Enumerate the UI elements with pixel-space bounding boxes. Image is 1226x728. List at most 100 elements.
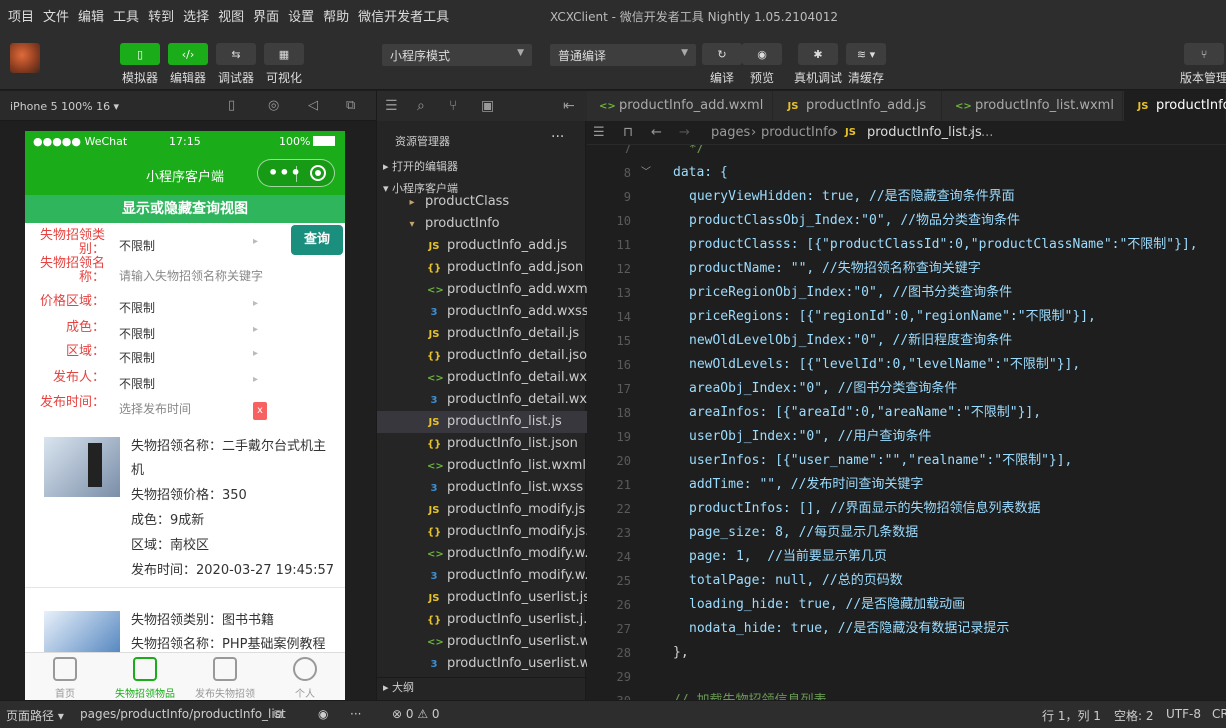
menu-select[interactable]: 选择 [183,6,209,25]
tree-file[interactable]: JS productInfo_detail.js [377,323,587,345]
tab-productinfo-add-js[interactable]: JS productInfo_add.js [774,91,942,121]
filter-publish-time[interactable]: 发布时间： 选择发布时间 [25,394,275,420]
tab-home[interactable]: 首页 [25,653,105,700]
mode-select[interactable]: 小程序模式 ▼ [382,44,532,66]
clear-cache-button[interactable]: ≋ ▾ 清缓存 [846,43,886,86]
list-icon[interactable]: ☰ [593,125,605,140]
compile-select[interactable]: 普通编译 ▼ [550,44,696,66]
page-path-toggle[interactable]: 页面路径 ▾ [6,707,64,724]
tree-file[interactable]: <> productInfo_detail.wx... [377,367,587,389]
back-icon[interactable]: ← [651,125,662,140]
tree-file[interactable]: 3 productInfo_modify.w... [377,565,587,587]
copy-icon[interactable]: ⧉ [274,707,283,722]
filter-area[interactable]: 区域： 不限制 ▸ [25,343,275,369]
filter-condition[interactable]: 成色： 不限制 ▸ [25,319,275,345]
tree-file-selected[interactable]: JS productInfo_list.js [377,411,587,433]
filter-name-input[interactable]: 请输入失物招领名称关键字 [119,267,263,284]
filter-name[interactable]: 失物招领名称： 请输入失物招领名称关键字 [25,257,275,287]
menu-settings[interactable]: 设置 [288,6,314,25]
tree-file[interactable]: {} productInfo_userlist.j... [377,609,587,631]
crumb-more[interactable]: ... [981,125,993,140]
tree-file[interactable]: 3 productInfo_list.wxss [377,477,587,499]
tab-publish[interactable]: 发布失物招领 [185,653,265,700]
menu-edit[interactable]: 编辑 [78,6,104,25]
crumb-productinfo[interactable]: productInfo [761,125,836,140]
popout-icon[interactable]: ⧉ [346,98,355,113]
menu-goto[interactable]: 转到 [148,6,174,25]
crumb-file[interactable]: productInfo_list.js [867,125,982,140]
tree-file[interactable]: {} productInfo_modify.js... [377,521,587,543]
tab-productinfo-list-wxml[interactable]: <> productInfo_list.wxml [943,91,1123,121]
tree-file[interactable]: 3 productInfo_detail.wxss [377,389,587,411]
capsule-menu[interactable]: ••• [257,159,335,187]
tree-folder[interactable]: ▸ productClass [377,195,587,213]
editor-button[interactable]: ‹/› 编辑器 [168,43,208,86]
extensions-icon[interactable]: ▣ [481,98,494,114]
filter-price-region[interactable]: 价格区域： 不限制 ▸ [25,293,275,319]
tab-profile[interactable]: 个人 [265,653,345,700]
clear-time-button[interactable]: x [253,402,267,420]
menu-view[interactable]: 视图 [218,6,244,25]
close-target-icon[interactable] [310,165,326,181]
tree-file[interactable]: {} productInfo_list.json [377,433,587,455]
list-item[interactable]: 失物招领名称：二手戴尔台式机主 机 失物招领价格：350 成色：9成新 区域：南… [25,429,345,589]
preview-button[interactable]: ◉ 预览 [742,43,782,86]
bookmark-icon[interactable]: ⊓ [623,125,633,140]
tab-productinfo-list-js[interactable]: JS productInfo_ [1124,91,1226,121]
files-icon[interactable]: ☰ [385,98,398,114]
tree-file[interactable]: {} productInfo_add.json [377,257,587,279]
version-button[interactable]: ⑂ 版本管理 [1180,43,1226,86]
filter-category[interactable]: 失物招领类别： 不限制 ▸ [25,229,275,257]
crumb-pages[interactable]: pages [711,125,750,140]
tab-lost-found[interactable]: 失物招领物品 [105,653,185,700]
tree-folder[interactable]: ▾ productInfo [377,213,587,235]
toggle-query-view[interactable]: 显示或隐藏查询视图 [25,195,345,223]
line-ending[interactable]: CR [1212,707,1226,721]
code-area[interactable]: 7 */ 8 ﹀ data: { 9 queryViewHidden: true, /… [587,145,1226,700]
tree-file[interactable]: {} productInfo_detail.json [377,345,587,367]
search-icon[interactable]: ⌕ [417,98,425,114]
volume-icon[interactable]: ◁ [308,98,318,113]
filter-publisher[interactable]: 发布人： 不限制 ▸ [25,369,275,395]
query-button[interactable]: 查询 [291,225,343,255]
window-title: XCXClient - 微信开发者工具 Nightly 1.05.2104012 [550,10,839,24]
more-icon[interactable]: ··· [551,129,564,145]
user-avatar[interactable] [10,43,40,73]
debugger-button[interactable]: ⇆ 调试器 [216,43,256,86]
menu-file[interactable]: 文件 [43,6,69,25]
forward-icon[interactable]: → [679,125,690,140]
problems-indicator[interactable]: ⊗ 0 ⚠ 0 [392,707,440,721]
compile-button[interactable]: ↻ 编译 [702,43,742,86]
indent-spaces[interactable]: 空格: 2 [1114,707,1154,724]
tree-file[interactable]: JS productInfo_userlist.js [377,587,587,609]
tree-file[interactable]: <> productInfo_add.wxml [377,279,587,301]
menu-wechat-devtools[interactable]: 微信开发者工具 [358,6,449,25]
menu-project[interactable]: 项目 [8,6,34,25]
cursor-position[interactable]: 行 1，列 1 [1042,707,1101,724]
tree-file[interactable]: <> productInfo_list.wxml [377,455,587,477]
outline-section[interactable]: ▸ 大纲 [377,677,587,697]
source-control-icon[interactable]: ⑂ [449,98,457,114]
tree-file[interactable]: <> productInfo_userlist.w... [377,631,587,653]
real-debug-button[interactable]: ✱ 真机调试 [794,43,842,86]
menu-ui[interactable]: 界面 [253,6,279,25]
visual-button[interactable]: ▦ 可视化 [264,43,304,86]
phone-icon[interactable]: ▯ [228,98,235,113]
simulator-button[interactable]: ▯ 模拟器 [120,43,160,86]
eye-icon[interactable]: ◉ [318,707,328,721]
tree-file[interactable]: JS productInfo_add.js [377,235,587,257]
tree-file[interactable]: JS productInfo_modify.js [377,499,587,521]
more-icon[interactable]: ··· [350,707,361,721]
open-editors-section[interactable]: ▸ 打开的编辑器 [377,157,587,177]
menu-tools[interactable]: 工具 [113,6,139,25]
fold-chevron-icon[interactable]: ﹀ [641,161,651,185]
tab-productinfo-add-wxml[interactable]: <> productInfo_add.wxml [587,91,773,121]
collapse-panel-icon[interactable]: ⇤ [563,98,575,114]
tree-file[interactable]: <> productInfo_modify.w... [377,543,587,565]
device-select[interactable]: iPhone 5 100% 16 ▾ [10,100,119,113]
tree-file[interactable]: 3 productInfo_add.wxss [377,301,587,323]
tree-file[interactable]: 3 productInfo_userlist.w... [377,653,587,671]
file-encoding[interactable]: UTF-8 [1166,707,1201,721]
record-icon[interactable]: ◎ [268,98,279,113]
menu-help[interactable]: 帮助 [323,6,349,25]
